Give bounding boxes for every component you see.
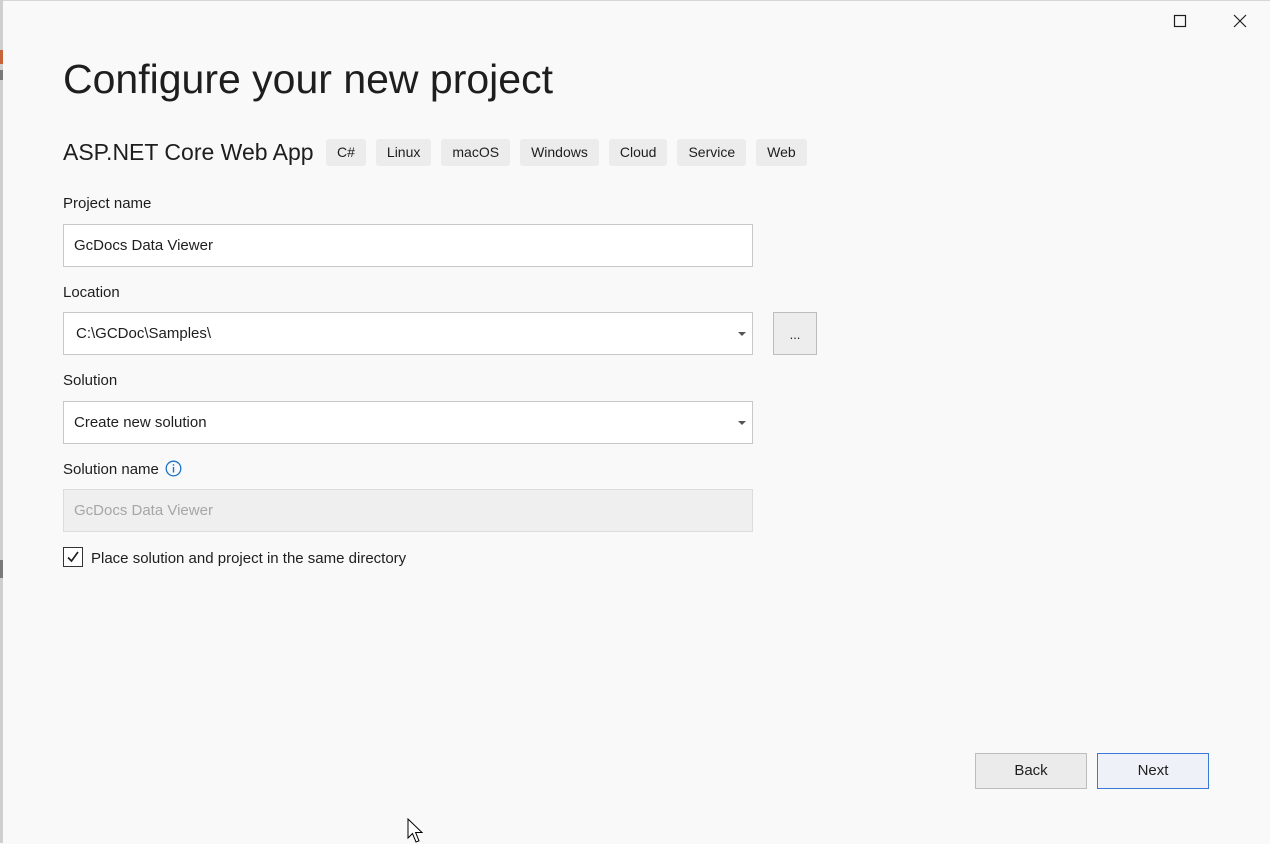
close-button[interactable] bbox=[1223, 6, 1257, 36]
project-name-label: Project name bbox=[63, 195, 152, 212]
tag-csharp: C# bbox=[326, 139, 366, 166]
location-combobox[interactable]: C:\GCDoc\Samples\ bbox=[63, 312, 753, 355]
tag-macos: macOS bbox=[441, 139, 511, 166]
mouse-cursor-icon bbox=[407, 818, 424, 843]
window-left-border bbox=[0, 0, 3, 843]
tag-linux: Linux bbox=[375, 139, 432, 166]
location-value: C:\GCDoc\Samples\ bbox=[76, 325, 212, 342]
page-title: Configure your new project bbox=[63, 56, 553, 102]
tag-windows: Windows bbox=[520, 139, 599, 166]
window-top-border bbox=[0, 0, 1270, 1]
info-icon[interactable] bbox=[165, 460, 182, 477]
project-name-input[interactable] bbox=[64, 225, 752, 266]
template-name: ASP.NET Core Web App bbox=[63, 139, 314, 165]
next-button[interactable]: Next bbox=[1097, 753, 1209, 789]
browse-location-button[interactable]: ... bbox=[773, 312, 817, 355]
background-window-fragment bbox=[0, 560, 3, 578]
solution-select[interactable]: Create new solution bbox=[63, 401, 753, 444]
chevron-down-icon[interactable] bbox=[738, 332, 746, 336]
tag-service: Service bbox=[677, 139, 747, 166]
same-directory-label[interactable]: Place solution and project in the same d… bbox=[91, 550, 406, 567]
solution-name-label: Solution name bbox=[63, 461, 159, 478]
tag-web: Web bbox=[756, 139, 807, 166]
tag-cloud: Cloud bbox=[608, 139, 668, 166]
project-name-field[interactable] bbox=[63, 224, 753, 267]
location-label: Location bbox=[63, 284, 120, 301]
same-directory-checkbox[interactable] bbox=[63, 547, 83, 567]
chevron-down-icon[interactable] bbox=[738, 421, 746, 425]
solution-name-value: GcDocs Data Viewer bbox=[74, 502, 213, 519]
maximize-button[interactable] bbox=[1163, 6, 1197, 36]
solution-label: Solution bbox=[63, 372, 118, 389]
back-button[interactable]: Back bbox=[975, 753, 1087, 789]
checkmark-icon bbox=[67, 551, 79, 563]
background-window-fragment bbox=[0, 50, 3, 64]
background-window-fragment bbox=[0, 70, 3, 80]
maximize-icon bbox=[1173, 14, 1187, 28]
template-tags: C# Linux macOS Windows Cloud Service Web bbox=[326, 139, 807, 166]
solution-name-field: GcDocs Data Viewer bbox=[63, 489, 753, 532]
close-icon bbox=[1233, 14, 1247, 28]
solution-value: Create new solution bbox=[74, 414, 207, 431]
